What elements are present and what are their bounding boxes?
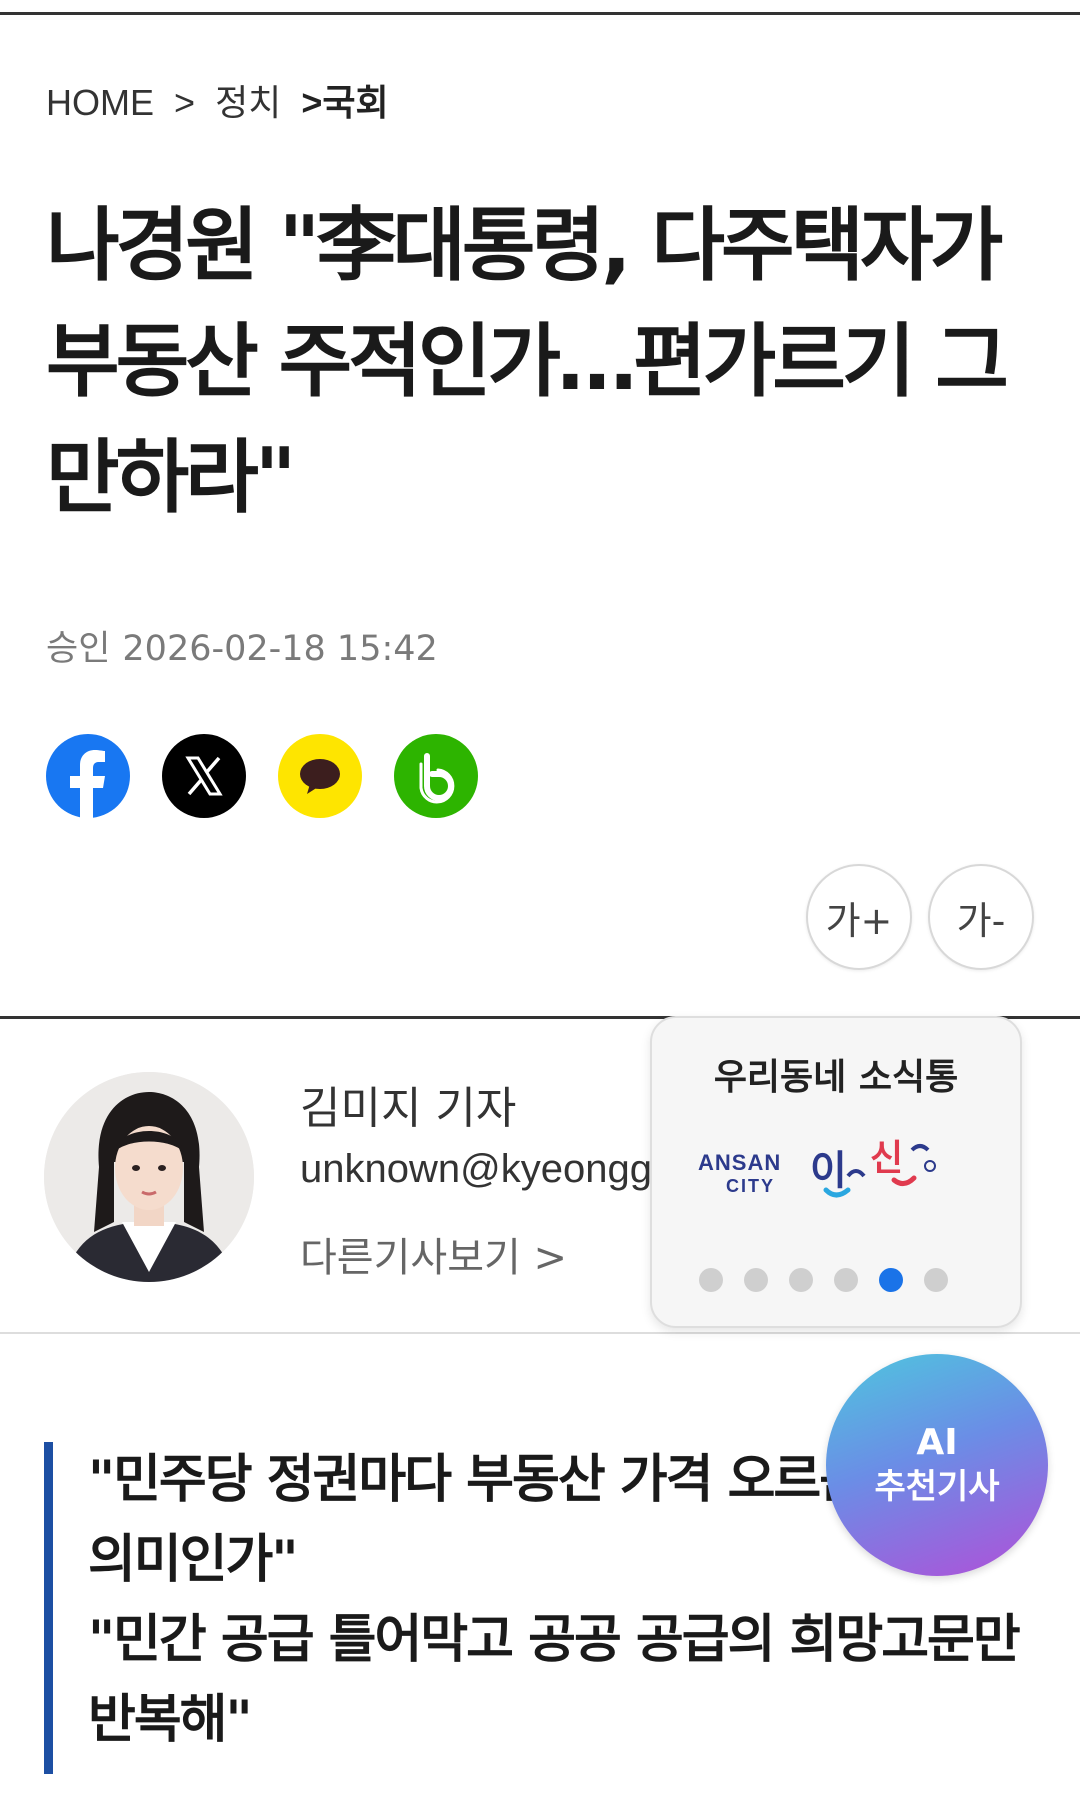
summary-line-2: "민간 공급 틀어막고 공공 공급의 희망고문만 반복해" — [88, 1610, 1021, 1750]
article-headline: 나경원 "李대통령, 다주택자가 부동산 주적인가…편가르기 그만하라" — [46, 199, 1009, 524]
approval-info: 승인 2026-02-18 15:42 — [46, 620, 438, 671]
breadcrumb-section[interactable]: 정치 — [215, 82, 281, 123]
approval-time: 2026-02-18 15:42 — [122, 629, 438, 669]
breadcrumb-home[interactable]: HOME — [46, 82, 154, 123]
font-increase-button[interactable]: 가+ — [806, 864, 912, 970]
ai-button-label-top: AI — [916, 1422, 958, 1463]
font-decrease-button[interactable]: 가- — [928, 864, 1034, 970]
pagination-dot[interactable] — [834, 1268, 858, 1292]
ansan-city-logo[interactable]: ANSAN CITY 이 신 — [698, 1126, 978, 1206]
local-news-widget[interactable]: 우리동네 소식통 ANSAN CITY 이 신 — [650, 1016, 1022, 1328]
kakaotalk-icon — [300, 759, 340, 794]
pagination-dot[interactable] — [699, 1268, 723, 1292]
author-email: unknown@kyeonggi — [300, 1147, 661, 1191]
approval-label: 승인 — [46, 629, 111, 669]
facebook-icon — [70, 750, 105, 818]
pagination-dot[interactable] — [744, 1268, 768, 1292]
summary-accent-bar — [44, 1442, 53, 1774]
author-name: 김미지 기자 — [300, 1083, 517, 1134]
svg-text:신: 신 — [870, 1138, 903, 1179]
author-avatar — [44, 1072, 254, 1282]
top-divider — [0, 12, 1080, 15]
svg-text:CITY: CITY — [726, 1176, 775, 1196]
author-more-articles-link[interactable]: 다른기사보기 > — [300, 1225, 567, 1283]
facebook-share-button[interactable] — [46, 734, 130, 818]
x-share-button[interactable] — [162, 734, 246, 818]
pagination-dot[interactable] — [924, 1268, 948, 1292]
breadcrumb: HOME > 정치 >국회 — [46, 74, 399, 126]
band-icon — [419, 753, 455, 804]
ai-recommended-articles-button[interactable]: AI 추천기사 — [826, 1354, 1048, 1576]
ansan-logo-icon: ANSAN CITY 이 신 — [698, 1138, 936, 1198]
breadcrumb-current[interactable]: >국회 — [301, 82, 388, 123]
kakaotalk-share-button[interactable] — [278, 734, 362, 818]
x-icon — [185, 756, 223, 796]
svg-text:ANSAN: ANSAN — [698, 1150, 781, 1175]
breadcrumb-separator: > — [174, 82, 196, 123]
pagination-dot[interactable] — [789, 1268, 813, 1292]
widget-title: 우리동네 소식통 — [713, 1057, 959, 1098]
ai-button-label-bottom: 추천기사 — [874, 1467, 1000, 1507]
widget-pagination — [699, 1268, 979, 1294]
avatar-portrait — [44, 1072, 254, 1282]
author-divider — [0, 1332, 1080, 1334]
svg-text:이: 이 — [810, 1148, 847, 1194]
band-share-button[interactable] — [394, 734, 478, 818]
pagination-dot-active[interactable] — [879, 1268, 903, 1292]
